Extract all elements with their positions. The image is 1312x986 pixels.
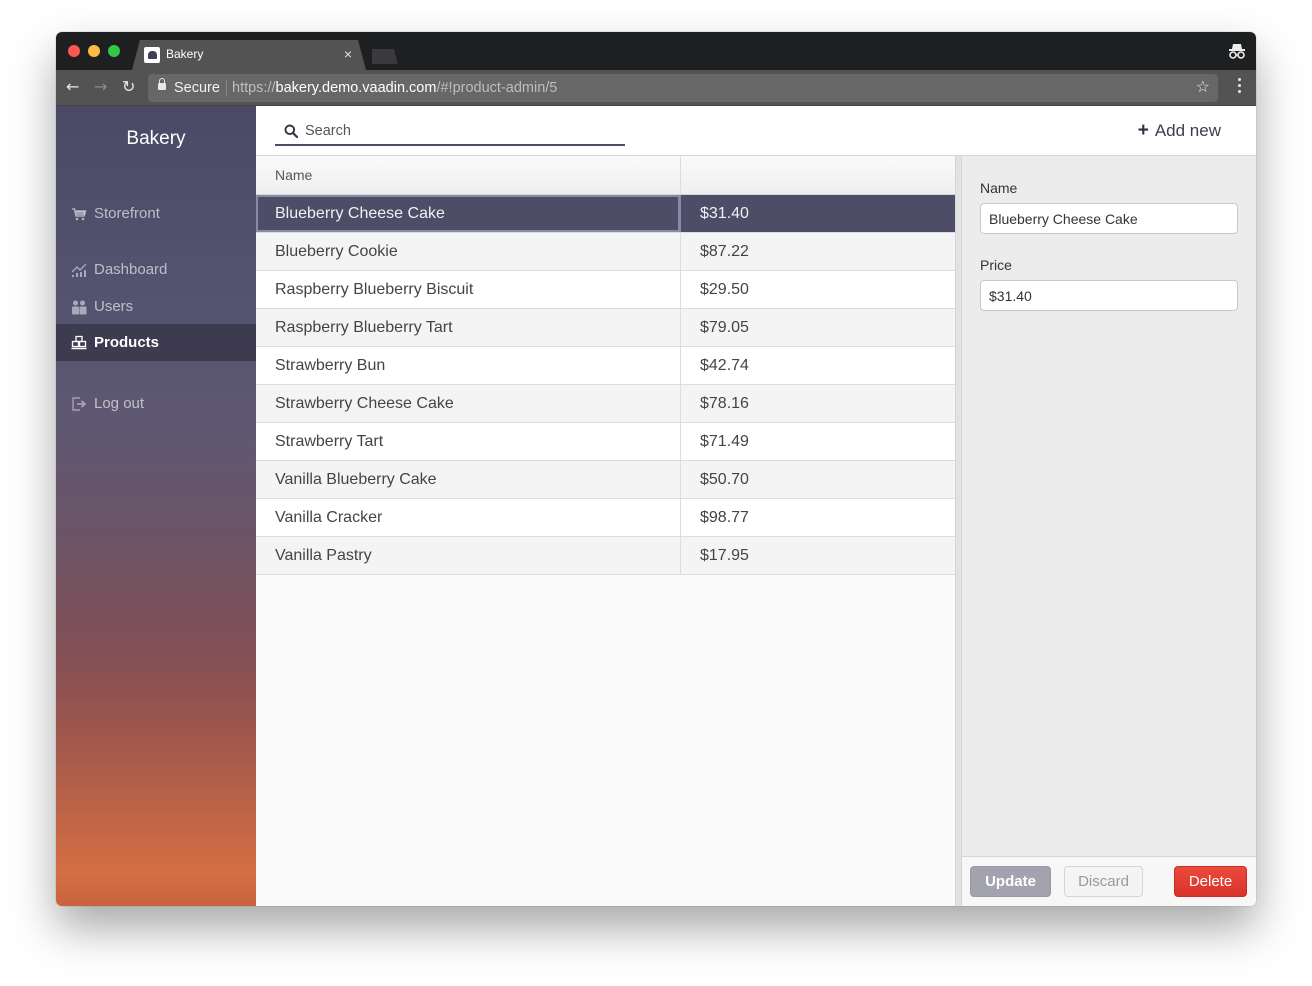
incognito-icon xyxy=(1229,44,1245,59)
sidebar-item-dashboard[interactable]: Dashboard xyxy=(56,251,256,288)
top-bar: + Add new xyxy=(256,106,1256,156)
product-price-cell: $42.74 xyxy=(700,356,749,374)
grid-body: Blueberry Cheese Cake $31.40 Blueberry Coo… xyxy=(256,195,955,575)
search-field[interactable] xyxy=(275,118,625,146)
address-bar[interactable]: Secure https://bakery.demo.vaadin.com/#!… xyxy=(148,74,1218,102)
table-row[interactable]: Blueberry Cheese Cake $31.40 xyxy=(256,195,955,233)
price-field[interactable] xyxy=(980,280,1238,311)
reload-button[interactable]: ↻ xyxy=(122,78,135,96)
app-root: Bakery Storefront Dashboard Users Produc… xyxy=(56,106,1256,906)
table-row[interactable]: Vanilla Cracker $98.77 xyxy=(256,499,955,537)
browser-toolbar: ← → ↻ Secure https://bakery.demo.vaadin.… xyxy=(56,70,1256,106)
product-price-cell: $17.95 xyxy=(700,546,749,564)
browser-window: Bakery × ← → ↻ Secure https://bakery.dem… xyxy=(56,32,1256,906)
products-icon xyxy=(71,335,87,351)
browser-menu-icon[interactable] xyxy=(1238,78,1242,96)
table-row[interactable]: Raspberry Blueberry Biscuit $29.50 xyxy=(256,271,955,309)
sidebar-item-logout[interactable]: Log out xyxy=(56,385,256,422)
grid-header: Name xyxy=(256,156,955,195)
product-price-cell: $79.05 xyxy=(700,318,749,336)
product-price-cell: $31.40 xyxy=(700,204,749,222)
plus-icon: + xyxy=(1137,120,1149,141)
main-content: + Add new Name Blueberry Cheese Cake $31.… xyxy=(256,106,1256,906)
url-path: /#!product-admin/5 xyxy=(436,80,558,96)
close-window-button[interactable] xyxy=(68,45,80,57)
column-header-price[interactable] xyxy=(681,156,955,194)
logout-icon xyxy=(71,396,87,412)
sidebar-item-label: Dashboard xyxy=(94,261,168,278)
product-price-cell: $29.50 xyxy=(700,280,749,298)
cart-icon xyxy=(71,206,87,222)
app-brand: Bakery xyxy=(126,128,186,149)
sidebar-item-label: Storefront xyxy=(94,205,160,222)
products-grid: Name Blueberry Cheese Cake $31.40 Blueberr… xyxy=(256,156,956,906)
name-field[interactable] xyxy=(980,203,1238,234)
sidebar: Bakery Storefront Dashboard Users Produc… xyxy=(56,106,256,906)
table-row[interactable]: Raspberry Blueberry Tart $79.05 xyxy=(256,309,955,347)
sidebar-item-label: Products xyxy=(94,334,160,351)
address-separator xyxy=(226,80,227,96)
sidebar-item-label: Users xyxy=(94,298,134,315)
bookmark-star-icon[interactable]: ☆ xyxy=(1196,74,1210,102)
search-icon xyxy=(284,124,298,138)
discard-button[interactable]: Discard xyxy=(1064,866,1143,897)
name-label: Name xyxy=(980,180,1018,196)
secure-label: Secure xyxy=(174,80,220,96)
url-scheme: https:// xyxy=(232,80,276,96)
search-input[interactable] xyxy=(305,120,615,142)
forward-button[interactable]: → xyxy=(94,78,107,96)
product-form: Name Price Update Discard Delete xyxy=(962,156,1256,906)
product-name-cell: Vanilla Pastry xyxy=(256,537,681,574)
update-button[interactable]: Update xyxy=(970,866,1051,897)
add-new-label: Add new xyxy=(1154,121,1221,140)
product-name-cell: Strawberry Cheese Cake xyxy=(256,385,681,422)
new-tab-button[interactable] xyxy=(372,49,398,64)
browser-tab[interactable]: Bakery × xyxy=(132,40,366,70)
column-header-name[interactable]: Name xyxy=(256,156,681,194)
chart-icon xyxy=(71,262,87,278)
table-row[interactable]: Strawberry Tart $71.49 xyxy=(256,423,955,461)
sidebar-item-users[interactable]: Users xyxy=(56,288,256,325)
tab-title: Bakery xyxy=(166,47,204,61)
table-row[interactable]: Strawberry Bun $42.74 xyxy=(256,347,955,385)
product-name-cell: Blueberry Cheese Cake xyxy=(256,195,681,232)
product-name-cell: Vanilla Blueberry Cake xyxy=(256,461,681,498)
product-price-cell: $71.49 xyxy=(700,432,749,450)
tab-close-icon[interactable]: × xyxy=(344,46,352,62)
product-price-cell: $87.22 xyxy=(700,242,749,260)
product-name-cell: Raspberry Blueberry Tart xyxy=(256,309,681,346)
add-new-button[interactable]: + Add new xyxy=(1138,120,1221,142)
browser-titlebar: Bakery × xyxy=(56,32,1256,70)
product-name-cell: Blueberry Cookie xyxy=(256,233,681,270)
table-row[interactable]: Strawberry Cheese Cake $78.16 xyxy=(256,385,955,423)
product-name-cell: Strawberry Bun xyxy=(256,347,681,384)
sidebar-item-label: Log out xyxy=(94,395,145,412)
sidebar-item-storefront[interactable]: Storefront xyxy=(56,195,256,232)
table-row[interactable]: Vanilla Pastry $17.95 xyxy=(256,537,955,575)
users-icon xyxy=(71,299,87,315)
form-footer: Update Discard Delete xyxy=(962,856,1256,906)
minimize-window-button[interactable] xyxy=(88,45,100,57)
back-button[interactable]: ← xyxy=(66,78,79,96)
sidebar-item-products[interactable]: Products xyxy=(56,324,256,361)
favicon-icon xyxy=(144,47,160,63)
product-price-cell: $98.77 xyxy=(700,508,749,526)
table-row[interactable]: Vanilla Blueberry Cake $50.70 xyxy=(256,461,955,499)
lock-icon xyxy=(158,78,166,90)
delete-button[interactable]: Delete xyxy=(1174,866,1247,897)
product-price-cell: $78.16 xyxy=(700,394,749,412)
product-name-cell: Raspberry Blueberry Biscuit xyxy=(256,271,681,308)
price-label: Price xyxy=(980,257,1012,273)
product-name-cell: Strawberry Tart xyxy=(256,423,681,460)
maximize-window-button[interactable] xyxy=(108,45,120,57)
url-host: bakery.demo.vaadin.com xyxy=(275,80,437,96)
table-row[interactable]: Blueberry Cookie $87.22 xyxy=(256,233,955,271)
product-price-cell: $50.70 xyxy=(700,470,749,488)
product-name-cell: Vanilla Cracker xyxy=(256,499,681,536)
url-text: https://bakery.demo.vaadin.com/#!product… xyxy=(232,74,557,102)
